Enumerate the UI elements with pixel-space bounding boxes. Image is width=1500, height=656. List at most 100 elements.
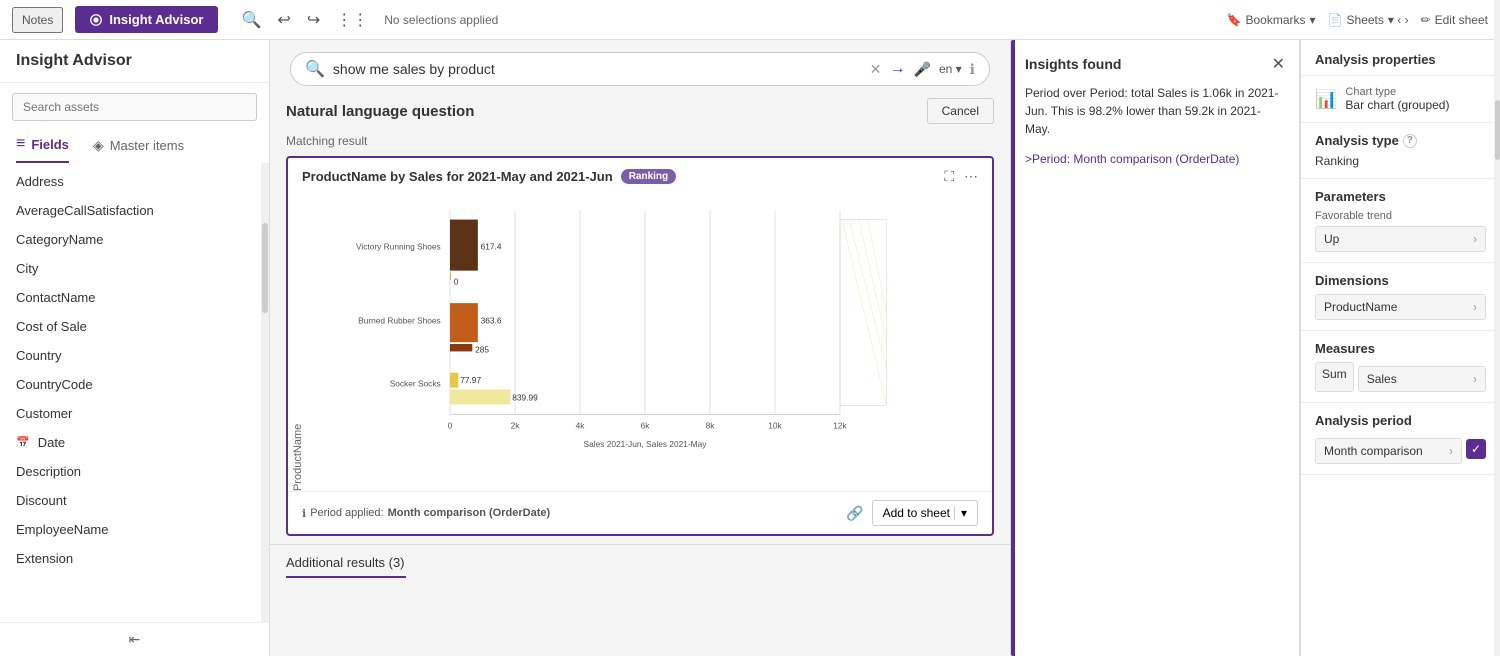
- field-item-customer[interactable]: Customer: [0, 399, 261, 428]
- calendar-icon: 📅: [16, 436, 30, 449]
- collapse-icon[interactable]: ⇤: [129, 631, 141, 648]
- analysis-type-section: Analysis type ? Ranking: [1301, 123, 1500, 179]
- bar-chart-svg: 617.4 0 363.6 285 77.97: [308, 201, 982, 461]
- insights-period-link[interactable]: >Period: Month comparison (OrderDate): [1025, 152, 1285, 166]
- chevron-right-icon: ›: [1473, 232, 1477, 246]
- field-item-avgcall[interactable]: AverageCallSatisfaction: [0, 196, 261, 225]
- right-panel-scrollbar[interactable]: [1494, 40, 1500, 656]
- bar-victory-jun: [450, 220, 478, 271]
- field-item-discount[interactable]: Discount: [0, 486, 261, 515]
- chart-footer: ℹ Period applied: Month comparison (Orde…: [288, 491, 992, 534]
- chart-body: ProductName 617.4: [288, 191, 992, 491]
- search-icon: 🔍: [305, 59, 325, 79]
- expand-icon[interactable]: ⛶: [944, 168, 954, 185]
- search-bar-row: 🔍 ✕ → 🎤 en ▾ ℹ: [270, 40, 1010, 98]
- language-selector[interactable]: en ▾: [939, 62, 962, 76]
- chart-content: 617.4 0 363.6 285 77.97: [308, 191, 992, 491]
- field-item-description[interactable]: Description: [0, 457, 261, 486]
- panel-bottom: ⇤: [0, 622, 269, 656]
- search-submit-icon[interactable]: →: [890, 60, 906, 78]
- insight-advisor-tab[interactable]: Insight Advisor: [75, 6, 217, 33]
- dimensions-value: ProductName: [1324, 300, 1397, 314]
- field-item-date[interactable]: 📅 Date: [0, 428, 261, 457]
- search-assets-box: [0, 83, 269, 131]
- bookmarks-button[interactable]: 🔖 Bookmarks ▾: [1227, 13, 1316, 27]
- analysis-type-title: Analysis type ?: [1315, 133, 1486, 148]
- parameters-title: Parameters: [1315, 189, 1486, 204]
- master-items-tab[interactable]: Master items: [110, 138, 184, 153]
- info-icon[interactable]: ℹ: [970, 61, 975, 78]
- notes-button[interactable]: Notes: [12, 7, 63, 33]
- center-panel: 🔍 ✕ → 🎤 en ▾ ℹ Natural language question…: [270, 40, 1010, 656]
- insights-text: Period over Period: total Sales is 1.06k…: [1025, 84, 1285, 138]
- svg-text:Burned Rubber Shoes: Burned Rubber Shoes: [358, 316, 441, 326]
- insights-header: Insights found ✕: [1025, 54, 1285, 74]
- field-list: Address AverageCallSatisfaction Category…: [0, 163, 261, 622]
- master-items-icon: ◈: [93, 137, 104, 154]
- redo-btn[interactable]: ↪: [303, 8, 324, 32]
- svg-text:2k: 2k: [511, 421, 521, 431]
- insights-close-button[interactable]: ✕: [1272, 54, 1285, 74]
- field-item-countrycode[interactable]: CountryCode: [0, 370, 261, 399]
- additional-results-label: Additional results (3): [286, 555, 405, 570]
- field-item-country[interactable]: Country: [0, 341, 261, 370]
- field-item-employee[interactable]: EmployeeName: [0, 515, 261, 544]
- search-clear-icon[interactable]: ✕: [870, 61, 882, 78]
- dimensions-dropdown[interactable]: ProductName ›: [1315, 294, 1486, 320]
- chart-header: ProductName by Sales for 2021-May and 20…: [288, 158, 992, 191]
- search-assets-input[interactable]: [12, 93, 257, 121]
- measures-sales-value: Sales: [1367, 372, 1397, 386]
- insights-panel: Insights found ✕ Period over Period: tot…: [1010, 40, 1300, 656]
- field-item-contact[interactable]: ContactName: [0, 283, 261, 312]
- svg-text:363.6: 363.6: [481, 316, 502, 326]
- search-input[interactable]: [333, 61, 862, 77]
- edit-sheet-button[interactable]: ✏ Edit sheet: [1421, 13, 1488, 27]
- svg-text:839.99: 839.99: [512, 393, 538, 403]
- chevron-right-icon4: ›: [1449, 444, 1453, 458]
- field-item-costofsale[interactable]: Cost of Sale: [0, 312, 261, 341]
- bar-burned-may: [450, 344, 472, 351]
- left-panel-header: Insight Advisor: [0, 40, 269, 83]
- add-to-sheet-button[interactable]: Add to sheet ▾: [872, 500, 978, 526]
- search-bar: 🔍 ✕ → 🎤 en ▾ ℹ: [290, 52, 990, 86]
- bar-victory-may: [450, 273, 451, 280]
- selections-label: No selections applied: [384, 13, 1214, 27]
- period-value: Month comparison (OrderDate): [388, 507, 551, 519]
- add-sheet-dropdown-icon[interactable]: ▾: [954, 506, 967, 520]
- field-item-category[interactable]: CategoryName: [0, 225, 261, 254]
- scroll-thumb: [262, 223, 268, 313]
- field-list-scrollbar[interactable]: [261, 163, 269, 622]
- measures-sum-tag: Sum: [1315, 362, 1354, 392]
- topbar-icons: 🔍 ↩ ↪ ⋮⋮: [238, 8, 373, 32]
- svg-text:10k: 10k: [768, 421, 782, 431]
- bar-chart-icon: 📊: [1315, 89, 1337, 110]
- bar-burned-jun: [450, 303, 478, 342]
- field-item-extension[interactable]: Extension: [0, 544, 261, 573]
- microphone-icon[interactable]: 🎤: [914, 61, 931, 78]
- main-layout: Insight Advisor ≡ Fields ◈ Master items …: [0, 40, 1500, 656]
- analysis-period-check[interactable]: ✓: [1466, 439, 1486, 459]
- matching-result-label: Matching result: [286, 134, 994, 148]
- more-options-icon[interactable]: ⋯: [964, 168, 978, 185]
- svg-text:0: 0: [448, 421, 453, 431]
- search-icon-btn[interactable]: 🔍: [238, 8, 266, 32]
- topbar-right: 🔖 Bookmarks ▾ 📄 Sheets ▾ ‹ › ✏ Edit shee…: [1227, 13, 1488, 27]
- svg-text:8k: 8k: [706, 421, 716, 431]
- bookmark-chart-icon[interactable]: 🔗: [846, 505, 863, 522]
- nlq-title: Natural language question: [286, 103, 474, 120]
- favorable-trend-dropdown[interactable]: Up ›: [1315, 226, 1486, 252]
- measures-row: Sum Sales ›: [1315, 362, 1486, 392]
- sheets-button[interactable]: 📄 Sheets ▾ ‹ ›: [1328, 13, 1409, 27]
- cancel-button[interactable]: Cancel: [927, 98, 994, 124]
- field-item-city[interactable]: City: [0, 254, 261, 283]
- analysis-period-dropdown[interactable]: Month comparison ›: [1315, 438, 1462, 464]
- field-item-address[interactable]: Address: [0, 167, 261, 196]
- fields-tab[interactable]: Fields: [31, 137, 69, 152]
- insights-accent-bar: [1011, 40, 1015, 656]
- chart-card: ProductName by Sales for 2021-May and 20…: [286, 156, 994, 536]
- grid-btn[interactable]: ⋮⋮: [332, 8, 372, 32]
- measures-sales-dropdown[interactable]: Sales ›: [1358, 366, 1486, 392]
- undo-btn[interactable]: ↩: [273, 8, 294, 32]
- panel-title: Insight Advisor: [16, 52, 253, 82]
- measures-title: Measures: [1315, 341, 1486, 356]
